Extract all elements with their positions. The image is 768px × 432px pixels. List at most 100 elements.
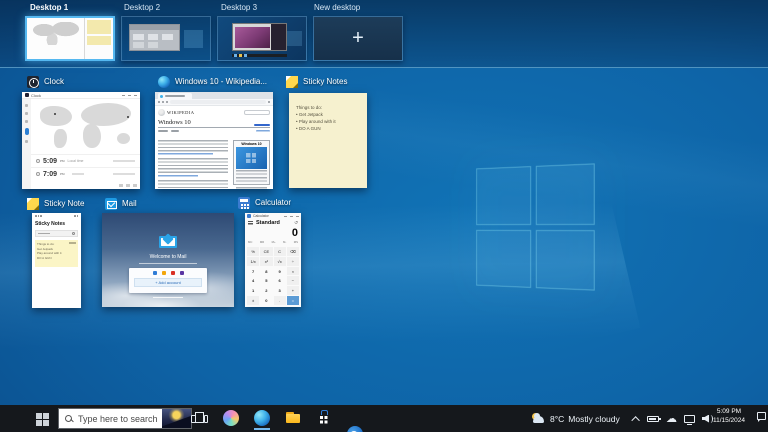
mail-subtitle-bar: [139, 263, 197, 265]
calculator-thumbnail[interactable]: Calculator Standard ↺ 0 MCMRM+M-MS %CEC⌫…: [245, 213, 301, 307]
world-clock-list: 5:09 PM Local time 7:09 PM: [31, 154, 140, 189]
tray-clock[interactable]: 5:09 PM 11/15/2024: [706, 407, 752, 425]
mini-taskbar-icon: [234, 54, 237, 57]
sticky-list-window-title: Sticky Note: [44, 199, 84, 208]
search-input[interactable]: [76, 413, 162, 425]
clock-row-detail: [113, 173, 135, 175]
mini-taskbar: [232, 54, 287, 57]
minimize-icon: [122, 95, 125, 96]
mail-icon: [105, 198, 117, 210]
sticky-note-thumbnail[interactable]: Things to do:• Get Jetpack• Play around …: [289, 93, 367, 188]
mail-window-label: Mail: [105, 197, 137, 210]
calculator-mini-icon: [247, 214, 251, 218]
mini-titlebar: [130, 25, 179, 31]
infobox-screenshot: [236, 147, 267, 169]
sticky-list-thumbnail[interactable]: Sticky Notes Things to do:Get JetpackPla…: [32, 213, 81, 308]
store-button[interactable]: [316, 410, 332, 426]
calculator-key: .: [274, 296, 286, 305]
calculator-key: 3: [274, 286, 286, 295]
mini-taskbar-icon: [244, 54, 247, 57]
paragraph-lines: [158, 158, 228, 174]
desktop-3-label: Desktop 3: [221, 3, 257, 13]
mini-sticky-note: [87, 20, 111, 34]
calculator-key: ±: [247, 296, 259, 305]
start-button[interactable]: [36, 413, 49, 426]
weather-widget[interactable]: 8°C Mostly cloudy: [530, 405, 620, 432]
article-tabs: [158, 130, 270, 132]
calculator-window-label: Calculator: [238, 196, 291, 209]
tab-favicon: [160, 95, 163, 98]
sticky-list-note-preview: Things to do:Get JetpackPlay around with…: [35, 240, 78, 267]
more-icon: [35, 215, 42, 217]
mini-tile: [162, 34, 173, 41]
back-icon: [158, 101, 160, 103]
browser-window-thumbnail[interactable]: WIKIPEDIA Windows 10 Windows 10: [155, 92, 273, 189]
sticky-notes-window-title: Sticky Notes: [303, 77, 347, 86]
mail-welcome-screen: Welcome to Mail + Add account: [102, 213, 234, 307]
network-icon[interactable]: [684, 415, 695, 423]
action-center-button[interactable]: [757, 412, 766, 420]
calculator-key: +: [287, 286, 299, 295]
tray-date: 11/15/2024: [706, 416, 752, 425]
infobox-caption-lines: [236, 170, 267, 176]
calculator-key: 1: [247, 286, 259, 295]
mail-welcome-text: Welcome to Mail: [102, 254, 234, 260]
clock-time: 7:09: [43, 171, 57, 178]
article-tab-bar: [158, 130, 168, 132]
mini-tile: [148, 34, 159, 41]
note-line: • DO A GUN: [296, 125, 367, 132]
system-tray: ☁: [634, 405, 714, 432]
clock-row-label: Local time: [68, 159, 84, 163]
clock-window-thumbnail[interactable]: Clock 5:09 PM Local time: [22, 92, 140, 189]
map-continent: [117, 133, 130, 144]
edge-button[interactable]: [254, 410, 270, 426]
provider-icon: [153, 271, 157, 275]
article-infobox: Windows 10: [233, 140, 270, 185]
window-controls: [284, 216, 299, 217]
article-title-row: Windows 10: [158, 118, 270, 128]
calculator-header: Standard ↺: [245, 219, 301, 227]
mini-tile: [133, 34, 144, 41]
desktop-1-clock-window: [27, 18, 84, 59]
calculator-key: x²: [260, 257, 272, 266]
map-continent: [83, 124, 100, 148]
onedrive-icon[interactable]: ☁: [666, 414, 677, 424]
search-highlight-image[interactable]: [162, 409, 191, 428]
search-icon: [72, 232, 75, 235]
copilot-button[interactable]: [223, 410, 239, 426]
clock-titlebar-text: Clock: [31, 93, 41, 98]
windows-logo-pane: [535, 163, 594, 224]
calculator-key: −: [287, 276, 299, 285]
task-view-screen: Desktop 1 Desktop 2 Desktop 3 New deskto…: [0, 0, 768, 432]
mini-world-map: [32, 22, 80, 45]
new-desktop-plus-icon: +: [314, 17, 402, 60]
history-icon: ↺: [294, 220, 298, 226]
clock-time: 5:09: [43, 158, 57, 165]
desktop-3-tile[interactable]: [217, 16, 307, 61]
battery-icon[interactable]: [647, 416, 659, 422]
desktop-3-preview: [218, 17, 306, 60]
new-desktop-tile[interactable]: +: [313, 16, 403, 61]
desktop-1-tile[interactable]: [25, 16, 115, 61]
desktop-2-tile[interactable]: [121, 16, 211, 61]
mini-side-panel: [271, 24, 286, 50]
mail-account-card: + Add account: [129, 268, 207, 293]
file-explorer-button[interactable]: [285, 410, 301, 426]
mini-image: [235, 27, 270, 48]
article-tab-bar: [256, 130, 270, 132]
clock-nav-sidebar: [22, 99, 31, 189]
url-field: [170, 100, 266, 104]
provider-icon: [171, 271, 175, 275]
mail-window-title: Mail: [122, 199, 137, 208]
paragraph-lines: [158, 180, 228, 189]
wikipedia-page: WIKIPEDIA Windows 10 Windows 10: [155, 106, 273, 189]
task-view-button[interactable]: [192, 410, 208, 426]
mail-window-thumbnail[interactable]: Welcome to Mail + Add account: [102, 213, 234, 307]
browser-window-label: Windows 10 - Wikipedia...: [158, 75, 267, 88]
infobox-row-lines: [236, 177, 267, 189]
provider-icons: [129, 268, 207, 275]
note-preview-line: DO A GUN: [37, 256, 76, 261]
add-account-button: + Add account: [134, 278, 202, 287]
taskbar-search[interactable]: [58, 408, 192, 429]
memory-key: M+: [272, 240, 276, 244]
